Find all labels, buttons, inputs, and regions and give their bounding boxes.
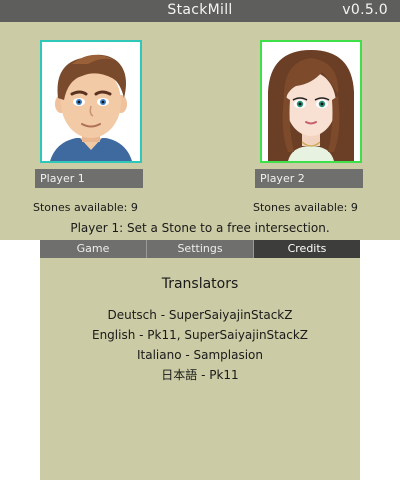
credits-heading: Translators — [161, 276, 239, 292]
list-item: English - Pk11, SuperSaiyajinStackZ — [91, 328, 308, 342]
list-item: 日本語 - Pk11 — [161, 368, 239, 382]
bottom-screen: Game Settings Credits Translators Deutsc… — [40, 240, 360, 480]
tab-settings[interactable]: Settings — [146, 240, 253, 258]
player-2-portrait — [260, 40, 362, 163]
player-1-portrait — [40, 40, 142, 163]
tab-credits[interactable]: Credits — [253, 240, 360, 258]
top-screen: StackMill v0.5.0 Player 1 Player 2 Stone… — [0, 0, 400, 240]
list-item: Deutsch - SuperSaiyajinStackZ — [107, 308, 293, 322]
translators-list: Deutsch - SuperSaiyajinStackZ English - … — [40, 305, 360, 385]
female-avatar-icon — [262, 42, 360, 161]
app-title: StackMill — [167, 2, 233, 18]
player-1-name: Player 1 — [35, 169, 143, 188]
list-item: Italiano - Samplasion — [136, 348, 264, 362]
status-message: Player 1: Set a Stone to a free intersec… — [70, 221, 330, 235]
player-2-stones: Stones available: 9 — [253, 201, 358, 214]
tab-game[interactable]: Game — [40, 240, 146, 258]
male-avatar-icon — [42, 42, 140, 161]
title-bar: StackMill v0.5.0 — [0, 0, 400, 22]
version-label: v0.5.0 — [342, 2, 388, 18]
player-1-stones: Stones available: 9 — [33, 201, 138, 214]
tab-bar: Game Settings Credits — [40, 240, 360, 258]
player-2-name: Player 2 — [255, 169, 363, 188]
